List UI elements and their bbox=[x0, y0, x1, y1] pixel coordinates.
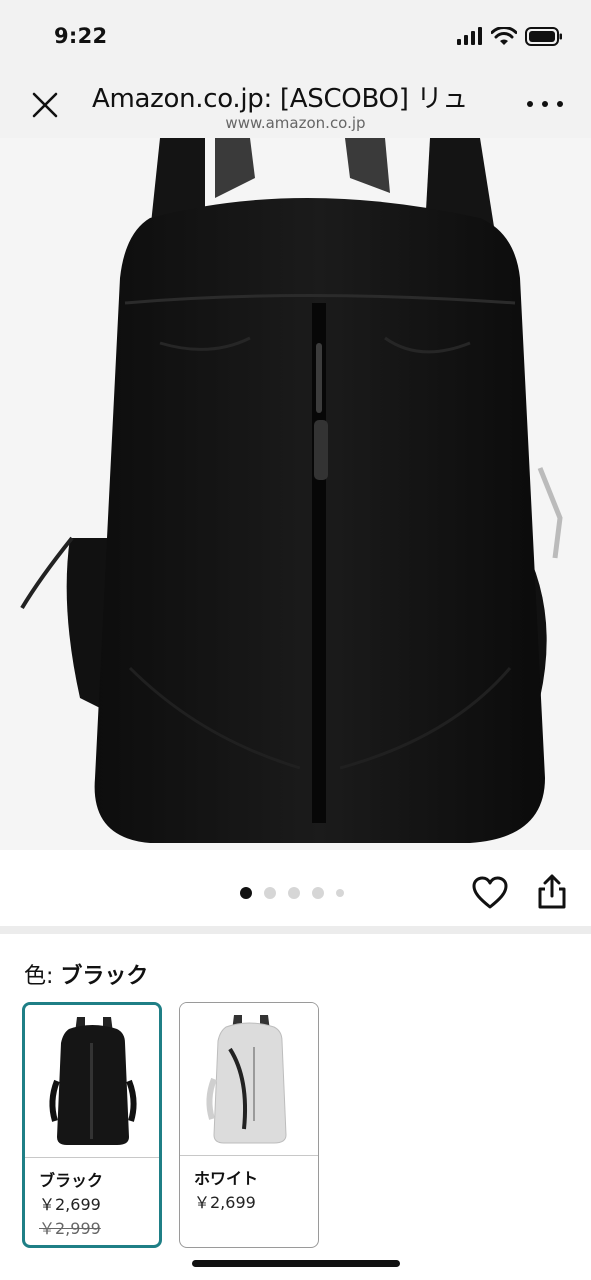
battery-icon bbox=[525, 26, 562, 46]
color-option-old-price: ￥2,999 bbox=[39, 1219, 101, 1238]
selected-color-name: ブラック bbox=[60, 964, 149, 989]
pager-dot[interactable] bbox=[240, 887, 252, 899]
wishlist-button[interactable] bbox=[472, 876, 508, 910]
share-button[interactable] bbox=[536, 874, 568, 910]
status-time: 9:22 bbox=[54, 24, 108, 48]
status-icons bbox=[457, 26, 563, 46]
color-label: 色: bbox=[24, 964, 54, 989]
browser-bar: Amazon.co.jp: [ASCOBO] リュ www.amazon.co.… bbox=[0, 70, 591, 138]
more-icon bbox=[527, 101, 533, 107]
color-label-row: 色: ブラック bbox=[24, 958, 148, 990]
backpack-thumbnail bbox=[206, 1015, 287, 1144]
image-pager[interactable] bbox=[240, 887, 344, 899]
home-indicator[interactable] bbox=[192, 1260, 400, 1267]
page-url: www.amazon.co.jp bbox=[225, 114, 366, 132]
color-option-white[interactable]: ホワイト ￥2,699 bbox=[179, 1002, 319, 1248]
color-option-price: ￥2,699 bbox=[194, 1193, 256, 1212]
backpack-thumbnail bbox=[49, 1017, 137, 1145]
share-icon bbox=[538, 874, 566, 909]
pager-dot[interactable] bbox=[336, 889, 344, 897]
product-image[interactable] bbox=[0, 138, 591, 850]
color-option-black[interactable]: ブラック ￥2,699 ￥2,999 bbox=[22, 1002, 162, 1248]
color-thumbnail bbox=[180, 1003, 318, 1155]
signal-icon bbox=[457, 27, 482, 45]
wifi-icon bbox=[491, 26, 517, 45]
pager-dot[interactable] bbox=[288, 887, 300, 899]
heart-icon bbox=[472, 876, 508, 909]
color-option-name: ホワイト bbox=[194, 1169, 259, 1188]
backpack-image bbox=[20, 138, 563, 843]
section-divider bbox=[0, 926, 591, 934]
page-title: Amazon.co.jp: [ASCOBO] リュ bbox=[92, 84, 468, 114]
color-thumbnail bbox=[25, 1005, 159, 1157]
color-option-name: ブラック bbox=[39, 1171, 104, 1190]
status-bar: 9:22 bbox=[0, 0, 591, 70]
color-option-price: ￥2,699 bbox=[39, 1195, 101, 1214]
pager-dot[interactable] bbox=[312, 887, 324, 899]
pager-dot[interactable] bbox=[264, 887, 276, 899]
more-button[interactable] bbox=[527, 96, 563, 112]
